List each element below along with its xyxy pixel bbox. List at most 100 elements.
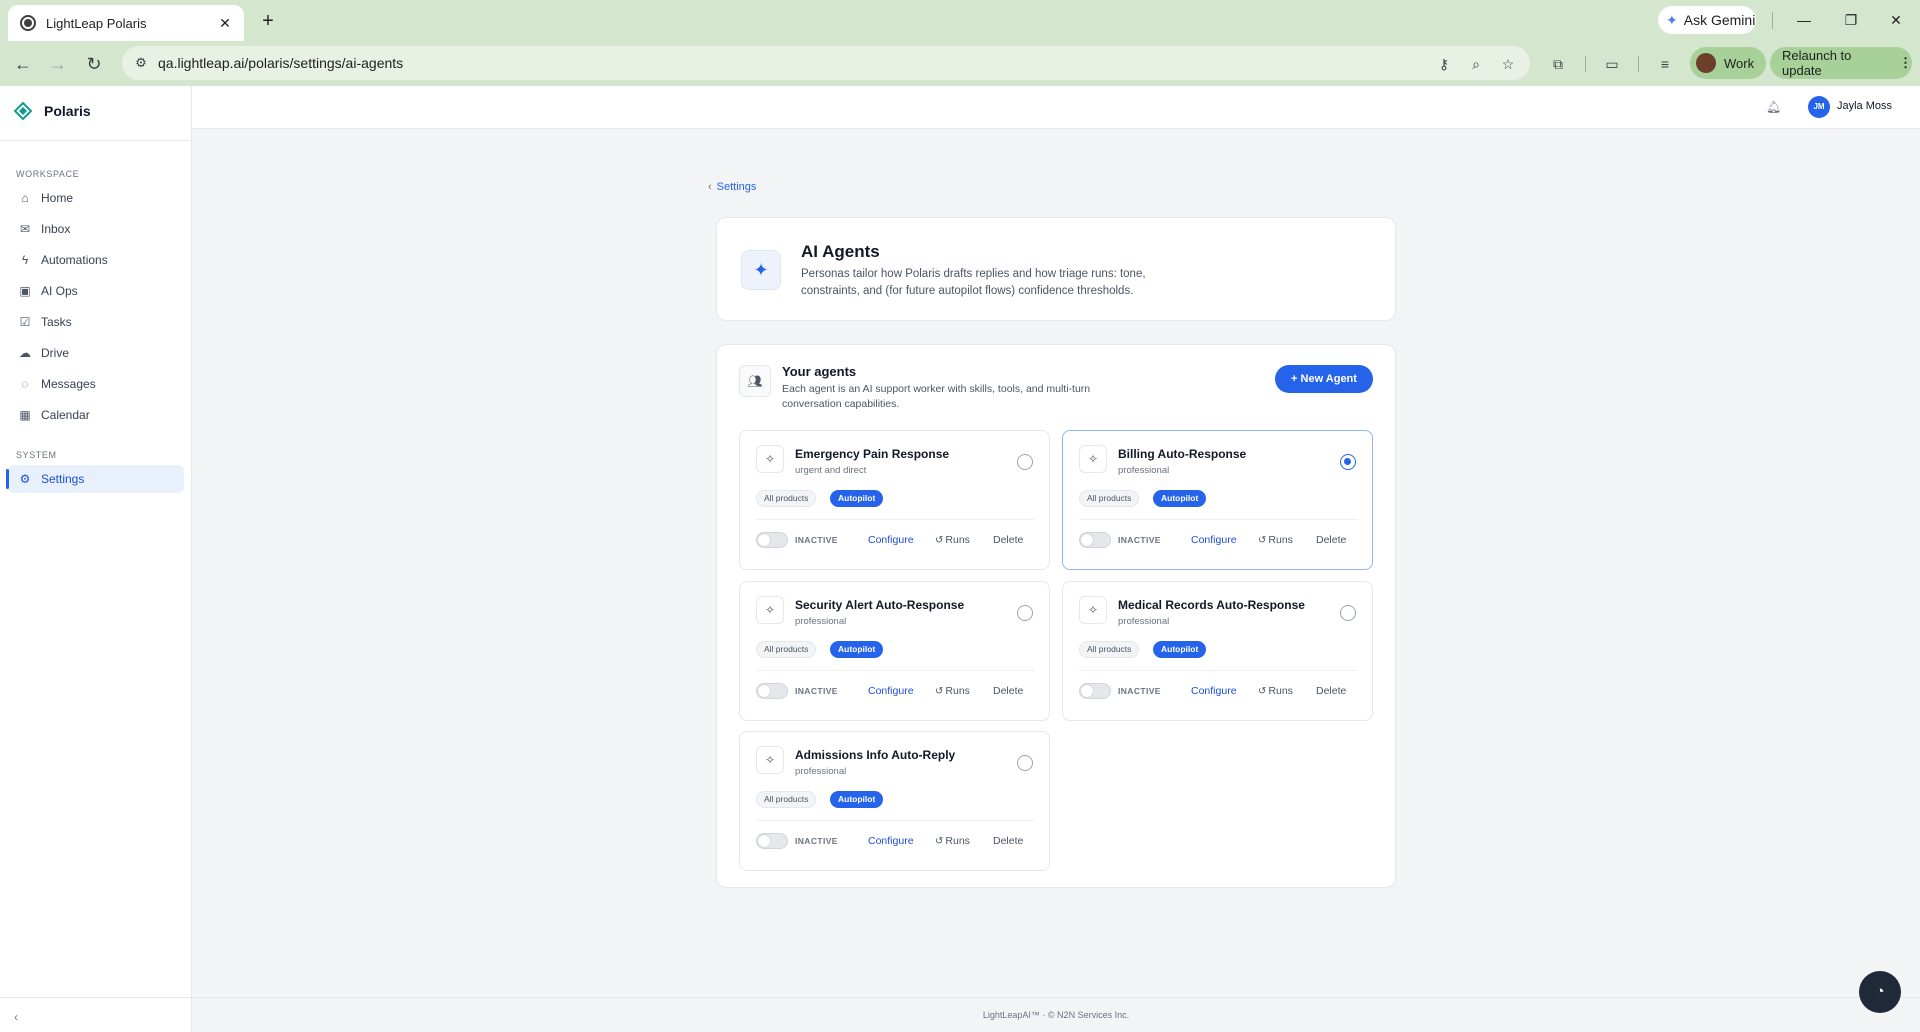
sidebar-item-drive[interactable]: ☁ Drive — [8, 339, 184, 367]
delete-button[interactable]: Delete — [993, 835, 1023, 847]
relaunch-label: Relaunch to update — [1782, 48, 1852, 78]
agent-select-radio[interactable] — [1017, 605, 1033, 621]
runs-button[interactable]: ↺ Runs — [935, 835, 970, 847]
sparkles-icon: ✧ — [756, 596, 784, 624]
avatar[interactable]: JM — [1808, 96, 1830, 118]
address-bar[interactable]: ⚙ qa.lightleap.ai/polaris/settings/ai-ag… — [122, 46, 1530, 80]
site-settings-icon[interactable]: ⚙ — [132, 54, 150, 72]
window-close-icon[interactable]: ✕ — [1881, 7, 1911, 33]
runs-button[interactable]: ↺ Runs — [1258, 685, 1293, 697]
configure-button[interactable]: Configure — [868, 685, 914, 697]
sidebar-item-messages[interactable]: ◌ Messages — [8, 370, 184, 398]
sidebar-item-inbox[interactable]: ✉ Inbox — [8, 215, 184, 243]
history-icon: ↺ — [935, 535, 944, 546]
sidebar-item-label: Tasks — [41, 315, 72, 329]
bell-icon[interactable]: 🔔︎ — [1766, 100, 1781, 114]
ask-gemini-button[interactable]: ✦ Ask Gemini — [1658, 6, 1756, 34]
sparkles-icon: ✧ — [756, 746, 784, 774]
agent-card[interactable]: ✧ Security Alert Auto-Response professio… — [739, 581, 1050, 721]
zoom-icon[interactable]: ⌕ — [1466, 54, 1486, 74]
collapse-sidebar-icon[interactable]: ‹ — [14, 1010, 18, 1024]
configure-button[interactable]: Configure — [1191, 534, 1237, 546]
breadcrumb-settings-link[interactable]: Settings — [717, 181, 757, 193]
agent-select-radio[interactable] — [1017, 454, 1033, 470]
sidebar-item-ai-ops[interactable]: ▣ AI Ops — [8, 277, 184, 305]
delete-button[interactable]: Delete — [993, 534, 1023, 546]
divider — [756, 519, 1035, 520]
more-menu-icon[interactable]: ⋮ — [1899, 55, 1912, 71]
sidebar-item-label: Inbox — [41, 222, 71, 236]
sidebar-item-automations[interactable]: ϟ Automations — [8, 246, 184, 274]
active-toggle[interactable] — [1079, 683, 1111, 699]
reload-icon[interactable]: ↻ — [79, 49, 109, 79]
tab-close-icon[interactable]: ✕ — [216, 15, 234, 32]
profile-button[interactable]: Work — [1690, 47, 1766, 79]
active-toggle[interactable] — [756, 532, 788, 548]
plus-icon: + — [1291, 373, 1301, 385]
toolbar-divider — [1772, 12, 1773, 29]
media-queue-icon[interactable]: ≡ — [1654, 53, 1676, 75]
sidebar-item-calendar[interactable]: ▦ Calendar — [8, 401, 184, 429]
relaunch-button[interactable]: Relaunch to update ⋮ — [1770, 47, 1912, 79]
bookmark-star-icon[interactable]: ☆ — [1498, 54, 1518, 74]
sidebar-item-label: Calendar — [41, 408, 90, 422]
runs-button[interactable]: ↺ Runs — [935, 685, 970, 697]
delete-button[interactable]: Delete — [1316, 685, 1346, 697]
toolbar-divider — [1585, 56, 1586, 72]
brand[interactable]: Polaris — [14, 102, 91, 120]
status-badge: INACTIVE — [795, 535, 838, 545]
restore-icon[interactable]: ❐ — [1836, 7, 1866, 33]
minimize-icon[interactable]: — — [1789, 7, 1819, 33]
agent-select-radio[interactable] — [1340, 454, 1356, 470]
users-icon: 👥︎ — [739, 365, 771, 397]
sidebar-item-label: Drive — [41, 346, 70, 360]
configure-button[interactable]: Configure — [868, 534, 914, 546]
forward-icon[interactable]: → — [43, 49, 73, 79]
divider — [1079, 670, 1358, 671]
runs-button[interactable]: ↺ Runs — [1258, 534, 1293, 546]
agent-card[interactable]: ✧ Emergency Pain Response urgent and dir… — [739, 430, 1050, 570]
agent-card[interactable]: ✧ Medical Records Auto-Response professi… — [1062, 581, 1373, 721]
extensions-icon[interactable]: ⧉ — [1547, 53, 1569, 75]
toolbar-divider — [1638, 56, 1639, 72]
password-key-icon[interactable]: ⚷ — [1434, 54, 1454, 74]
sidebar-item-home[interactable]: ⌂ Home — [8, 184, 184, 212]
system-section-label: SYSTEM — [16, 450, 57, 460]
runs-label: Runs — [945, 685, 970, 697]
new-tab-button[interactable]: + — [254, 8, 282, 36]
breadcrumb[interactable]: ‹ Settings — [708, 181, 756, 193]
products-badge: All products — [1079, 641, 1140, 658]
chat-support-button[interactable]: ◔ — [1859, 971, 1901, 1013]
ask-gemini-label: Ask Gemini — [1683, 12, 1756, 28]
products-badge: All products — [1079, 490, 1140, 507]
delete-button[interactable]: Delete — [993, 685, 1023, 697]
sidebar: Polaris WORKSPACE ⌂ Home ✉ Inbox ϟ Autom… — [0, 86, 192, 1032]
agent-card[interactable]: ✧ Billing Auto-Response professional All… — [1062, 430, 1373, 570]
new-agent-button[interactable]: + New Agent — [1275, 365, 1373, 393]
page-description: Personas tailor how Polaris drafts repli… — [801, 268, 1146, 297]
sidebar-item-tasks[interactable]: ☑ Tasks — [8, 308, 184, 336]
runs-button[interactable]: ↺ Runs — [935, 534, 970, 546]
back-icon[interactable]: ← — [8, 49, 38, 79]
url-text[interactable]: qa.lightleap.ai/polaris/settings/ai-agen… — [158, 46, 403, 80]
cloud-icon: ☁ — [19, 346, 31, 360]
sidebar-item-settings[interactable]: ⚙ Settings — [6, 465, 184, 493]
bolt-icon: ϟ — [21, 253, 29, 267]
agent-select-radio[interactable] — [1340, 605, 1356, 621]
user-name[interactable]: Jayla Moss — [1837, 100, 1892, 112]
configure-button[interactable]: Configure — [1191, 685, 1237, 697]
active-toggle[interactable] — [1079, 532, 1111, 548]
configure-button[interactable]: Configure — [868, 835, 914, 847]
sparkles-icon: ✧ — [756, 445, 784, 473]
agent-card[interactable]: ✧ Admissions Info Auto-Reply professiona… — [739, 731, 1050, 871]
active-toggle[interactable] — [756, 833, 788, 849]
tab-search-icon[interactable]: ▭ — [1601, 53, 1623, 75]
delete-button[interactable]: Delete — [1316, 534, 1346, 546]
agent-tone: urgent and direct — [795, 465, 867, 476]
active-toggle[interactable] — [756, 683, 788, 699]
agent-select-radio[interactable] — [1017, 755, 1033, 771]
polaris-logo-icon — [14, 102, 32, 120]
agent-tone: professional — [1118, 465, 1170, 476]
browser-tab[interactable]: LightLeap Polaris ✕ — [8, 5, 244, 41]
checkbox-icon: ☑ — [19, 315, 31, 329]
